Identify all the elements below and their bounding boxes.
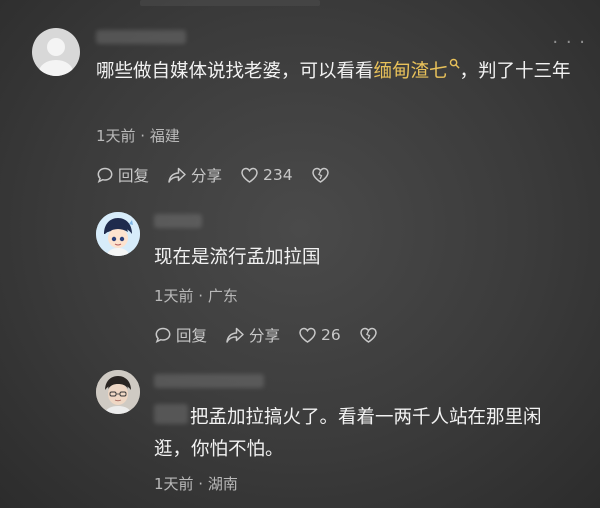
username-blurred[interactable] (154, 374, 264, 388)
avatar-photo[interactable] (96, 370, 140, 414)
comment-text: 把孟加拉搞火了。看着一两千人站在那里闲逛，你怕不怕。 (154, 407, 542, 460)
reply-comment-2: 把孟加拉搞火了。看着一两千人站在那里闲逛，你怕不怕。 1天前 · 湖南 (0, 0, 600, 508)
comment-meta: 1天前 · 湖南 (154, 475, 238, 493)
